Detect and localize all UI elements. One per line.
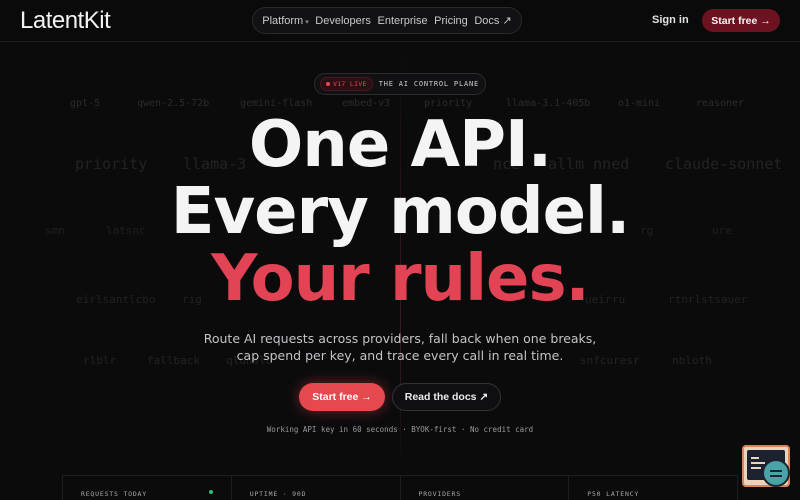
bg-model-label: qwen-2.5-72b	[137, 98, 210, 109]
live-pill-label: V17 LIVE	[333, 80, 367, 88]
main-nav: Platform ▾ Developers Enterprise Pricing …	[252, 7, 522, 34]
bg-model-label: o1-mini	[618, 98, 661, 109]
start-free-button[interactable]: Start free →	[299, 383, 385, 411]
release-badge[interactable]: V17 LIVE THE AI CONTROL PLANE	[314, 73, 486, 95]
nav-item-docs[interactable]: Docs ↗	[474, 14, 511, 27]
bg-model-label: rlblr	[83, 354, 117, 367]
nav-item-developers[interactable]: Developers	[315, 15, 371, 27]
bg-model-label: reasoner	[696, 98, 745, 109]
stat-requests-today: REQUESTS TODAY	[62, 476, 232, 500]
hero-subtitle: Route AI requests across providers, fall…	[203, 331, 597, 363]
nav-item-platform[interactable]: Platform ▾	[262, 15, 308, 27]
stat-p50-latency: P50 LATENCY	[569, 476, 738, 500]
stat-providers: PROVIDERS	[401, 476, 570, 500]
live-pill: V17 LIVE	[320, 77, 373, 91]
nav-item-pricing[interactable]: Pricing	[434, 15, 468, 27]
read-docs-button[interactable]: Read the docs ↗	[392, 383, 501, 411]
stat-label: P50 LATENCY	[587, 490, 640, 498]
stats-strip: REQUESTS TODAY UPTIME · 90D PROVIDERS P5…	[62, 475, 738, 500]
help-chat-widget[interactable]	[742, 445, 790, 487]
live-indicator-icon	[208, 490, 213, 494]
nav-item-enterprise[interactable]: Enterprise	[377, 15, 427, 27]
hero-fine-print: Working API key in 60 seconds · BYOK-fir…	[266, 425, 534, 434]
sign-in-link[interactable]: Sign in	[652, 14, 689, 26]
header-start-free-button[interactable]: Start free →	[702, 9, 780, 32]
bg-model-label: fallback	[147, 354, 200, 367]
chat-bubble-icon	[762, 459, 790, 487]
bg-model-label: gpt-5	[70, 98, 101, 109]
stat-label: UPTIME · 90D	[249, 490, 307, 498]
chevron-down-icon: ▾	[305, 18, 309, 26]
nav-label: Platform	[262, 14, 304, 27]
hero-headline-line-2: Every model.	[170, 175, 631, 249]
site-header: LatentKit Platform ▾ Developers Enterpris…	[0, 0, 800, 42]
bg-model-label: nbloth	[672, 354, 712, 367]
stat-label: PROVIDERS	[418, 490, 461, 498]
brand-logo[interactable]: LatentKit	[20, 7, 111, 35]
badge-text: THE AI CONTROL PLANE	[378, 80, 480, 88]
hero-headline-line-3: Your rules.	[211, 242, 590, 316]
hero-headline-line-1: One API.	[248, 108, 552, 182]
live-dot-icon	[326, 82, 330, 86]
stat-uptime: UPTIME · 90D	[232, 476, 401, 500]
